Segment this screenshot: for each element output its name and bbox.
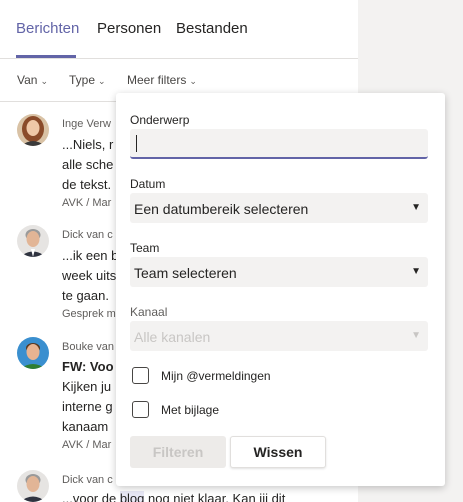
date-select[interactable]: Een datumbereik selecteren ▼ (130, 193, 428, 223)
search-highlight: blog (119, 491, 145, 502)
date-label: Datum (130, 177, 166, 191)
message-author: Inge Verw (62, 118, 111, 130)
clear-button[interactable]: Wissen (230, 436, 326, 468)
filter-van-label: Van (17, 73, 38, 87)
attachment-checkbox-label: Met bijlage (161, 403, 220, 417)
mentions-checkbox[interactable] (132, 367, 149, 384)
avatar (17, 470, 49, 502)
tab-bestanden[interactable]: Bestanden (176, 20, 248, 37)
chevron-down-icon: ⌄ (40, 76, 49, 86)
tab-personen[interactable]: Personen (97, 20, 161, 37)
filter-meer-filters[interactable]: Meer filters ⌄ (127, 73, 197, 87)
team-select[interactable]: Team selecteren ▼ (130, 257, 428, 287)
attachment-checkbox[interactable] (132, 401, 149, 418)
message-text-line: interne g (62, 399, 113, 414)
filter-type[interactable]: Type ⌄ (69, 73, 106, 87)
message-text-line: ...voor de blog nog niet klaar. Kan jij … (62, 491, 285, 502)
message-location: AVK / Mar (62, 439, 112, 451)
channel-select-value: Alle kanalen (134, 329, 211, 345)
mentions-checkbox-label: Mijn @vermeldingen (161, 369, 271, 383)
message-subject: FW: Voo (62, 359, 114, 374)
message-text-suffix: nog niet klaar. Kan jij dit (144, 491, 286, 502)
more-filters-popup: Onderwerp Datum Een datumbereik selecter… (116, 93, 445, 486)
subject-label: Onderwerp (130, 113, 190, 127)
filter-type-label: Type (69, 73, 96, 87)
dropdown-arrow-icon: ▼ (411, 330, 421, 341)
message-text-line: alle sche (62, 157, 114, 172)
text-caret (136, 135, 137, 152)
message-location: Gesprek m (62, 308, 116, 320)
dropdown-arrow-icon: ▼ (411, 266, 421, 277)
message-text-prefix: ...voor de (62, 491, 120, 502)
message-location: AVK / Mar (62, 197, 112, 209)
subject-input[interactable] (130, 129, 428, 159)
avatar (17, 114, 49, 146)
channel-label: Kanaal (130, 305, 168, 319)
message-author: Bouke van (62, 341, 114, 353)
message-text-line: ...Niels, r (62, 137, 114, 152)
message-author: Dick van c (62, 474, 113, 486)
date-select-value: Een datumbereik selecteren (134, 201, 309, 217)
tab-berichten[interactable]: Berichten (16, 20, 79, 37)
message-text-line: de tekst. (62, 177, 112, 192)
message-text-line: Kijken ju (62, 379, 112, 394)
filter-van[interactable]: Van ⌄ (17, 73, 48, 87)
chevron-down-icon: ⌄ (98, 76, 106, 86)
team-label: Team (130, 241, 160, 255)
team-select-value: Team selecteren (134, 265, 237, 281)
filter-meer-label: Meer filters (127, 73, 187, 87)
chevron-down-icon: ⌄ (189, 76, 197, 86)
tab-bar: Berichten Personen Bestanden (0, 0, 358, 59)
filter-button[interactable]: Filteren (130, 436, 226, 468)
channel-select: Alle kanalen ▼ (130, 321, 428, 351)
avatar (17, 225, 49, 257)
dropdown-arrow-icon: ▼ (411, 202, 421, 213)
message-text-line: kanaam (62, 419, 109, 434)
message-text-line: week uits (62, 268, 117, 283)
active-tab-indicator (16, 55, 76, 58)
message-text-line: ...ik een b (62, 248, 119, 263)
avatar (17, 337, 49, 369)
message-author: Dick van c (62, 229, 113, 241)
message-text-line: te gaan. (62, 288, 109, 303)
